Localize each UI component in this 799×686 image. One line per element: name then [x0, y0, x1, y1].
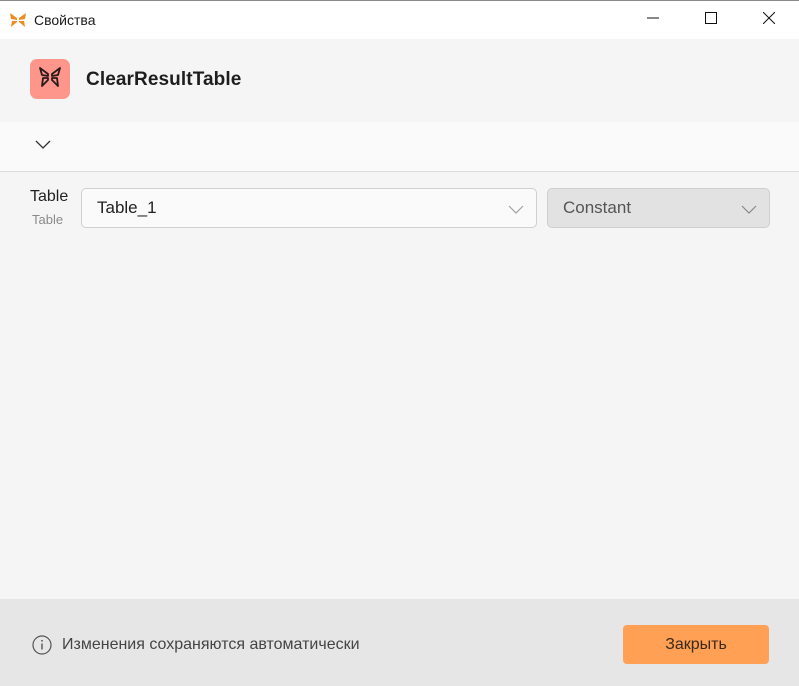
chevron-down-icon[interactable] [34, 138, 52, 152]
close-window-button[interactable] [740, 1, 798, 39]
node-header: ClearResultTable [0, 39, 799, 122]
close-button[interactable]: Закрыть [623, 625, 769, 664]
chevron-down-icon [741, 202, 757, 214]
autosave-notice: Изменения сохраняются автоматически [62, 636, 360, 653]
table-value-select[interactable]: Table_1 [81, 188, 537, 228]
properties-panel: Table Table Table_1 Constant [0, 173, 799, 599]
minimize-button[interactable] [624, 1, 682, 39]
info-icon [32, 635, 52, 655]
property-label: Table [30, 188, 69, 205]
node-icon-badge [30, 59, 70, 99]
node-title: ClearResultTable [86, 69, 242, 90]
minimize-icon [647, 11, 659, 29]
value-mode-text: Constant [563, 198, 632, 217]
butterfly-icon [38, 66, 62, 93]
chevron-down-icon [508, 202, 524, 214]
butterfly-logo-icon [9, 12, 27, 28]
title-bar: Свойства [0, 1, 799, 39]
property-type-label: Table [32, 212, 64, 227]
window-title: Свойства [34, 12, 96, 28]
value-mode-select[interactable]: Constant [547, 188, 770, 228]
properties-window: Свойства ClearResultTable Table Table Ta… [0, 0, 799, 686]
footer-bar: Изменения сохраняются автоматически Закр… [0, 599, 799, 686]
maximize-button[interactable] [682, 1, 740, 39]
collapse-bar [0, 122, 799, 172]
table-value-text: Table_1 [97, 198, 157, 217]
close-icon [762, 11, 776, 29]
maximize-icon [705, 11, 717, 29]
